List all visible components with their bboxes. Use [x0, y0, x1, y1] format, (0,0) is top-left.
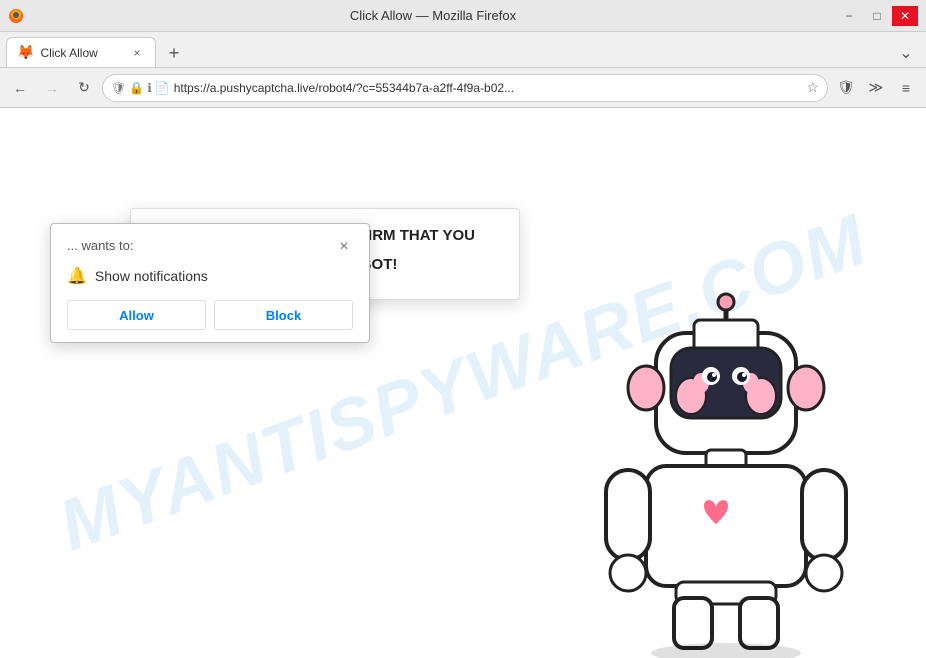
minimize-button[interactable]: − — [836, 6, 862, 26]
url-text: https://a.pushycaptcha.live/robot4/?c=55… — [174, 81, 803, 95]
firefox-account-button[interactable]: 🛡 — [832, 74, 860, 102]
forward-button: → — [38, 74, 66, 102]
shield-icon: 🛡 — [111, 81, 126, 95]
bookmark-star[interactable]: ☆ — [806, 79, 819, 96]
notif-close-button[interactable]: × — [335, 238, 353, 256]
block-button[interactable]: Block — [214, 300, 353, 330]
allow-button[interactable]: Allow — [67, 300, 206, 330]
maximize-button[interactable]: □ — [864, 6, 890, 26]
active-tab[interactable]: 🦊 Click Allow × — [6, 37, 156, 67]
tabbar: 🦊 Click Allow × + ⌄ — [0, 32, 926, 68]
titlebar: Click Allow — Mozilla Firefox − □ ✕ — [0, 0, 926, 32]
address-bar[interactable]: 🛡 🔒 ℹ 📄 https://a.pushycaptcha.live/robo… — [102, 74, 828, 102]
tab-overflow-button[interactable]: ⌄ — [892, 39, 920, 67]
lock-icon: 🔒 — [129, 81, 144, 95]
back-button[interactable]: ← — [6, 74, 34, 102]
show-notifications-text: Show notifications — [95, 268, 208, 284]
menu-button[interactable]: ≡ — [892, 74, 920, 102]
toolbar: ← → ↻ 🛡 🔒 ℹ 📄 https://a.pushycaptcha.liv… — [0, 68, 926, 108]
new-tab-button[interactable]: + — [160, 39, 188, 67]
notif-header: ... wants to: × — [67, 238, 353, 256]
notif-item: 🔔 Show notifications — [67, 266, 353, 286]
window-controls: − □ ✕ — [836, 6, 918, 26]
toolbar-right-buttons: 🛡 ≫ ≡ — [832, 74, 920, 102]
reader-icon: 📄 — [155, 81, 170, 95]
firefox-icon — [8, 8, 24, 24]
robot-illustration — [586, 278, 866, 658]
notif-action-buttons: Allow Block — [67, 300, 353, 330]
reload-button[interactable]: ↻ — [70, 74, 98, 102]
address-security-icons: 🛡 🔒 ℹ 📄 — [111, 81, 170, 95]
notification-popup: ... wants to: × 🔔 Show notifications All… — [50, 223, 370, 343]
extensions-button[interactable]: ≫ — [862, 74, 890, 102]
tab-favicon: 🦊 — [17, 44, 34, 61]
robot-svg — [586, 278, 866, 658]
tab-label: Click Allow — [40, 46, 123, 60]
browser-content: MYANTISPYWARE.COM ... wants to: × 🔔 Show… — [0, 108, 926, 658]
tab-close-button[interactable]: × — [129, 45, 145, 61]
close-button[interactable]: ✕ — [892, 6, 918, 26]
info-icon: ℹ — [147, 81, 152, 95]
window-title: Click Allow — Mozilla Firefox — [30, 8, 836, 23]
bell-icon: 🔔 — [67, 266, 87, 286]
notif-wants-text: ... wants to: — [67, 238, 133, 253]
